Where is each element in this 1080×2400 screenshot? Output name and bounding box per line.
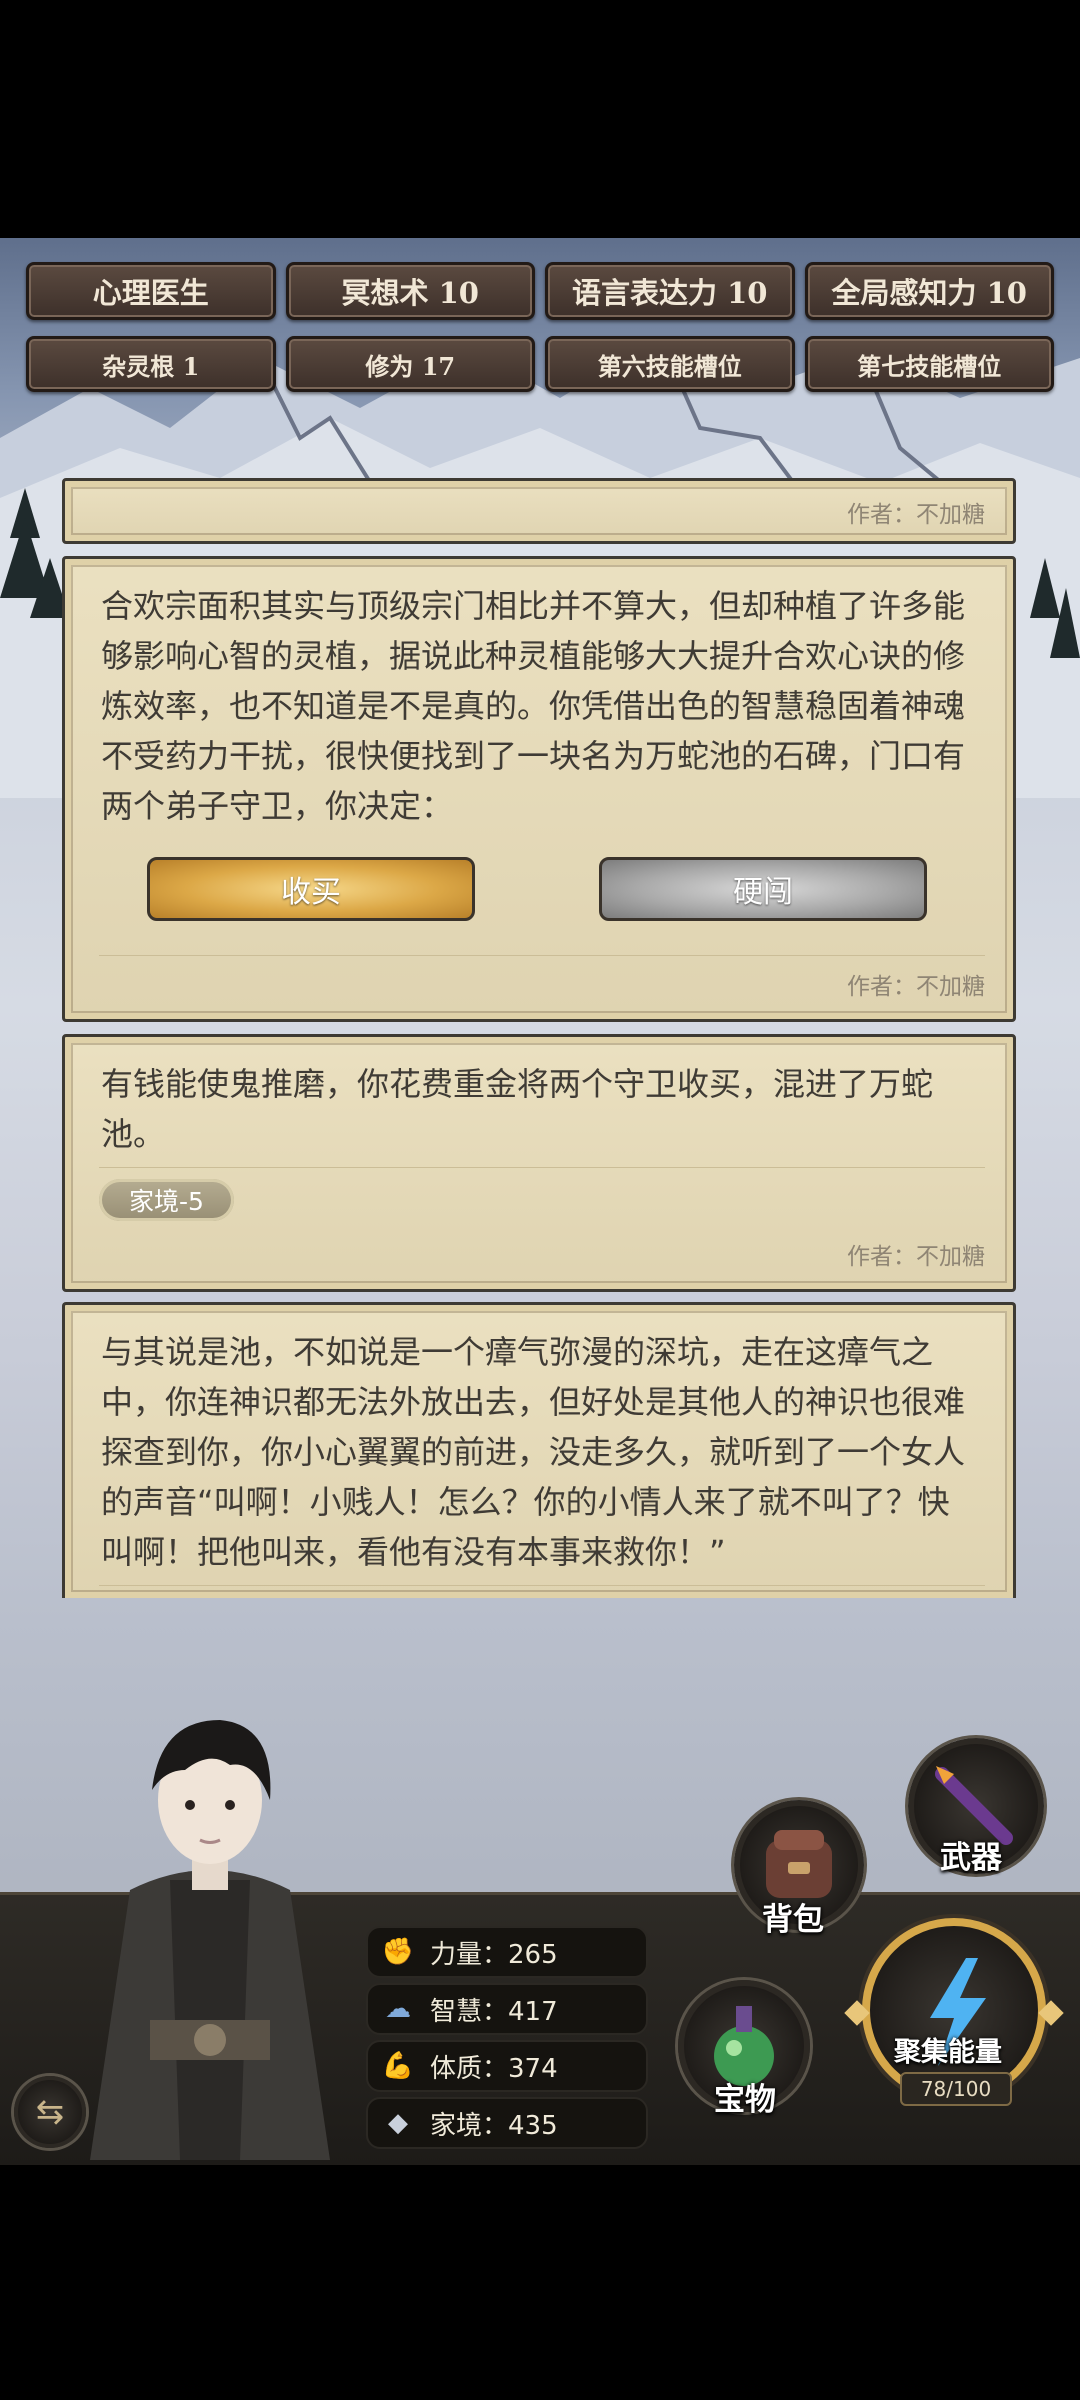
stat-family-value: 家境：435 bbox=[430, 2110, 558, 2141]
story-card-previous: 作者：不加糖 bbox=[62, 478, 1016, 544]
stat-physique: 💪 体质：374 bbox=[366, 2040, 648, 2092]
bribe-button[interactable]: 收买 bbox=[147, 857, 475, 921]
skill-eloquence[interactable]: 语言表达力 10 bbox=[545, 262, 795, 320]
stat-physique-value: 体质：374 bbox=[430, 2053, 558, 2084]
story-text: 与其说是池，不如说是一个瘴气弥漫的深坑，走在这瘴气之中，你连神识都无法外放出去，… bbox=[101, 1333, 966, 1571]
card-author: 作者：不加糖 bbox=[847, 1244, 985, 1270]
stat-strength: ✊ 力量：265 bbox=[366, 1926, 648, 1978]
divider bbox=[99, 1167, 985, 1168]
skill-slot-7[interactable]: 第七技能槽位 bbox=[804, 336, 1054, 392]
muscle-icon: 💪 bbox=[381, 2051, 415, 2081]
skill-row-2: 杂灵根 1 修为 17 第六技能槽位 第七技能槽位 bbox=[26, 336, 1054, 392]
treasure-label: 宝物 bbox=[714, 2082, 776, 2118]
brain-icon: ☁ bbox=[385, 1994, 411, 2024]
force-entry-button[interactable]: 硬闯 bbox=[599, 857, 927, 921]
skill-perception[interactable]: 全局感知力 10 bbox=[804, 262, 1054, 320]
character-portrait bbox=[90, 1720, 330, 2160]
stat-family: ◆ 家境：435 bbox=[366, 2097, 648, 2149]
card-author: 作者：不加糖 bbox=[847, 502, 985, 528]
story-text: 有钱能使鬼推磨，你花费重金将两个守卫收买，混进了万蛇池。 bbox=[101, 1065, 934, 1153]
card-author: 作者：不加糖 bbox=[847, 974, 985, 1000]
swap-icon: ⇆ bbox=[35, 2092, 65, 2132]
diamond-icon: ◆ bbox=[388, 2108, 408, 2138]
skill-spirit-root[interactable]: 杂灵根 1 bbox=[26, 336, 276, 392]
story-card-current: 与其说是池，不如说是一个瘴气弥漫的深坑，走在这瘴气之中，你连神识都无法外放出去，… bbox=[62, 1302, 1016, 1598]
skill-slot-6[interactable]: 第六技能槽位 bbox=[545, 336, 795, 392]
energy-counter: 78/100 bbox=[900, 2072, 1012, 2106]
skill-cultivation[interactable]: 修为 17 bbox=[285, 336, 535, 392]
skill-meditation[interactable]: 冥想术 10 bbox=[285, 262, 535, 320]
bag-label: 背包 bbox=[762, 1902, 824, 1938]
divider bbox=[99, 955, 985, 956]
divider bbox=[99, 1585, 985, 1586]
story-card-result: 有钱能使鬼推磨，你花费重金将两个守卫收买，混进了万蛇池。 家境-5 作者：不加糖 bbox=[62, 1034, 1016, 1292]
fist-icon: ✊ bbox=[381, 1937, 415, 1967]
family-change-badge: 家境-5 bbox=[99, 1179, 234, 1221]
gather-energy-label: 聚集能量 bbox=[894, 2037, 1002, 2068]
swap-character-button[interactable]: ⇆ bbox=[14, 2076, 86, 2148]
skill-row-1: 心理医生 冥想术 10 语言表达力 10 全局感知力 10 bbox=[26, 262, 1054, 320]
story-card-choice: 合欢宗面积其实与顶级宗门相比并不算大，但却种植了许多能够影响心智的灵植，据说此种… bbox=[62, 556, 1016, 1022]
stat-wisdom-value: 智慧：417 bbox=[430, 1996, 558, 2027]
weapon-label: 武器 bbox=[940, 1840, 1002, 1876]
story-text: 合欢宗面积其实与顶级宗门相比并不算大，但却种植了许多能够影响心智的灵植，据说此种… bbox=[101, 587, 966, 825]
skill-psychologist[interactable]: 心理医生 bbox=[26, 262, 276, 320]
stat-strength-value: 力量：265 bbox=[430, 1939, 558, 1970]
stat-wisdom: ☁ 智慧：417 bbox=[366, 1983, 648, 2035]
